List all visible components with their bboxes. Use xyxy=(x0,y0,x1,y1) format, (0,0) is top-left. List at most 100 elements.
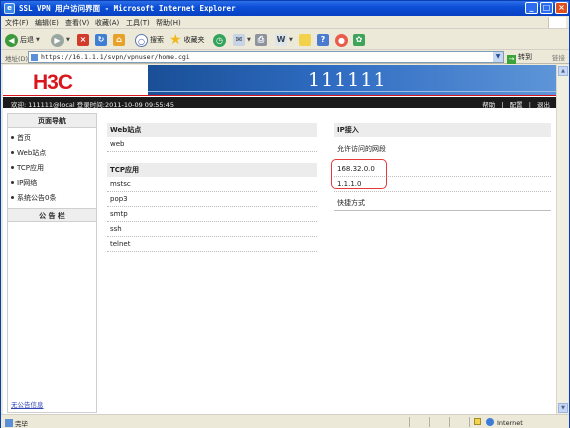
tcp-panel-title: TCP应用 xyxy=(107,163,317,177)
h3c-logo: H3C xyxy=(33,71,73,94)
status-bar: 完毕 Internet xyxy=(1,414,569,428)
history-button[interactable]: ◷ xyxy=(213,33,226,47)
favorites-button[interactable]: ★ 收藏夹 xyxy=(169,33,205,47)
folder-icon xyxy=(299,34,311,46)
globe-icon xyxy=(486,418,494,426)
sidebar-item-label: IP网络 xyxy=(17,179,38,187)
lock-icon[interactable] xyxy=(474,418,481,425)
sidebar-item-bulletin[interactable]: 系统公告0条 xyxy=(8,191,96,206)
page-icon xyxy=(31,54,38,61)
separator: | xyxy=(528,101,531,109)
menu-help[interactable]: 帮助(H) xyxy=(156,18,181,28)
bullet-icon xyxy=(11,136,14,139)
menu-tools[interactable]: 工具(T) xyxy=(126,18,150,28)
maximize-button[interactable]: □ xyxy=(540,2,553,14)
menu-view[interactable]: 查看(V) xyxy=(65,18,89,28)
chevron-down-icon[interactable]: ▼ xyxy=(493,52,503,62)
title-bar: e SSL VPN 用户访问界面 - Microsoft Internet Ex… xyxy=(1,1,569,16)
banner-rule xyxy=(148,91,556,92)
search-button[interactable]: ○ 搜索 xyxy=(135,33,164,47)
list-item[interactable]: web xyxy=(107,137,317,152)
list-item[interactable]: smtp xyxy=(107,207,317,222)
shortcuts-label: 快捷方式 xyxy=(334,196,551,211)
menu-favorites[interactable]: 收藏(A) xyxy=(95,18,119,28)
stop-button[interactable]: × xyxy=(77,33,89,47)
list-item[interactable]: mstsc xyxy=(107,177,317,192)
bulletin-title: 公 告 栏 xyxy=(8,208,96,222)
windows-logo-icon xyxy=(548,17,566,28)
close-button[interactable]: × xyxy=(555,2,568,14)
research-icon: ? xyxy=(317,34,329,46)
refresh-button[interactable]: ↻ xyxy=(95,33,107,47)
list-item[interactable]: telnet xyxy=(107,237,317,252)
page-content: H3C 111111 欢迎: 111111@local 登录时间:2011-10… xyxy=(3,65,556,414)
logout-link[interactable]: 退出 xyxy=(537,101,550,109)
home-button[interactable]: ⌂ xyxy=(113,33,125,47)
vertical-scrollbar[interactable]: ▲ ▼ xyxy=(556,65,568,414)
go-label: 转到 xyxy=(518,53,532,61)
print-button[interactable]: ⎙ xyxy=(255,33,267,47)
tools-button[interactable]: ✿ xyxy=(353,33,365,47)
account-name: 111111 xyxy=(308,69,387,91)
sidebar-item-home[interactable]: 首页 xyxy=(8,131,96,146)
scroll-down-icon[interactable]: ▼ xyxy=(558,403,568,413)
messenger-button[interactable]: ● xyxy=(335,33,348,47)
ie-logo-icon: e xyxy=(4,3,15,14)
star-icon: ★ xyxy=(169,32,182,48)
config-link[interactable]: 配置 xyxy=(510,101,523,109)
links-label[interactable]: 链接 xyxy=(552,52,565,62)
list-item[interactable]: ssh xyxy=(107,222,317,237)
sidebar-item-label: Web站点 xyxy=(17,149,47,157)
mail-button[interactable]: ✉ ▼ xyxy=(233,33,251,47)
help-link[interactable]: 帮助 xyxy=(482,101,495,109)
chevron-down-icon: ▼ xyxy=(289,37,293,43)
zone-label: Internet xyxy=(497,419,523,427)
menu-file[interactable]: 文件(F) xyxy=(5,18,29,28)
web-panel-title: Web站点 xyxy=(107,123,317,137)
forward-arrow-icon: ▶ xyxy=(51,33,64,47)
back-button[interactable]: ◀ 后退 ▼ xyxy=(5,33,40,47)
research-button[interactable]: ? xyxy=(317,33,329,47)
tools-icon: ✿ xyxy=(353,34,365,46)
no-bulletin-link[interactable]: 无公告信息 xyxy=(11,399,44,409)
edit-button[interactable]: W ▼ xyxy=(275,33,293,47)
session-bar: 欢迎: 111111@local 登录时间:2011-10-09 09:55:4… xyxy=(3,97,556,109)
status-done: 完毕 xyxy=(5,418,28,428)
list-item[interactable]: pop3 xyxy=(107,192,317,207)
go-arrow-icon: → xyxy=(507,55,516,64)
menu-edit[interactable]: 编辑(E) xyxy=(35,18,59,28)
bullet-icon xyxy=(11,181,14,184)
bullet-icon xyxy=(11,196,14,199)
ip-panel-title: IP接入 xyxy=(334,123,551,137)
browser-window: e SSL VPN 用户访问界面 - Microsoft Internet Ex… xyxy=(0,0,570,428)
sidebar-item-label: 首页 xyxy=(17,134,31,142)
minimize-button[interactable]: _ xyxy=(525,2,538,14)
banner: H3C 111111 xyxy=(3,65,556,97)
divider xyxy=(449,417,450,427)
go-button[interactable]: → 转到 xyxy=(507,52,532,64)
scroll-up-icon[interactable]: ▲ xyxy=(558,66,568,76)
refresh-icon: ↻ xyxy=(95,34,107,46)
home-icon: ⌂ xyxy=(113,34,125,46)
web-sites-panel: Web站点 web xyxy=(107,123,317,152)
print-icon: ⎙ xyxy=(255,34,267,46)
bullet-icon xyxy=(11,166,14,169)
subnet-highlight-box xyxy=(331,159,387,189)
history-icon: ◷ xyxy=(213,33,226,47)
nav-title: 页面导航 xyxy=(8,114,96,128)
discuss-button[interactable] xyxy=(299,33,311,47)
forward-button[interactable]: ▶ ▼ xyxy=(51,33,70,47)
address-url[interactable]: https://16.1.1.1/svpn/vpnuser/home.cgi xyxy=(41,53,190,61)
address-field[interactable]: https://16.1.1.1/svpn/vpnuser/home.cgi ▼ xyxy=(28,51,504,63)
bullet-icon xyxy=(11,151,14,154)
sidebar-item-ip[interactable]: IP网络 xyxy=(8,176,96,191)
tcp-apps-panel: TCP应用 mstsc pop3 smtp ssh telnet xyxy=(107,163,317,252)
welcome-text: 欢迎: 111111@local 登录时间:2011-10-09 09:55:4… xyxy=(11,101,175,109)
sidebar-item-tcp[interactable]: TCP应用 xyxy=(8,161,96,176)
sidebar-item-web[interactable]: Web站点 xyxy=(8,146,96,161)
divider xyxy=(469,417,470,427)
search-icon: ○ xyxy=(135,33,148,47)
stop-icon: × xyxy=(77,34,89,46)
edit-icon: W xyxy=(275,34,287,46)
sidebar: 页面导航 首页 Web站点 TCP应用 IP网络 系统公告0条 公 告 栏 无公… xyxy=(7,113,97,413)
